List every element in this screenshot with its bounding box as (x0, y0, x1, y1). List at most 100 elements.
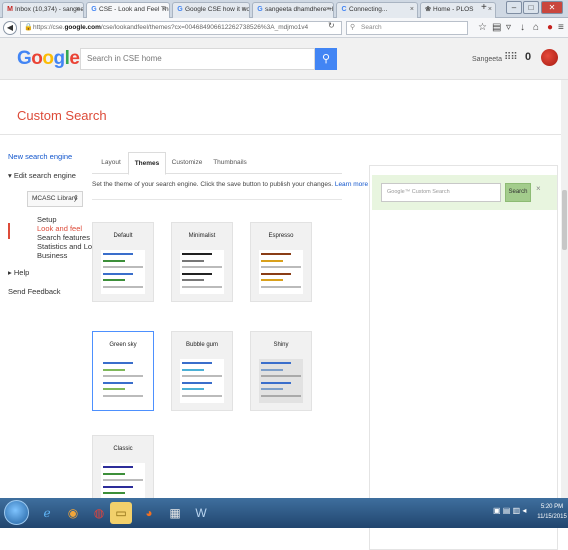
thumbnail-line (103, 472, 125, 475)
minimize-button[interactable]: – (506, 1, 522, 14)
menu-icon[interactable]: ≡ (558, 22, 564, 34)
close-tab-icon[interactable]: × (326, 3, 330, 17)
chrome-icon[interactable]: ◍ (88, 502, 110, 524)
sidebar-item-look-and-feel[interactable]: Look and feel (37, 224, 82, 233)
thumbnail-line (182, 279, 204, 281)
close-tab-icon[interactable]: × (162, 3, 166, 17)
theme-thumbnail (180, 359, 224, 403)
thumbnail-line (182, 266, 222, 268)
thumbnail-line (261, 394, 301, 397)
new-tab-button[interactable]: + (481, 2, 487, 13)
logo-letter: e (69, 48, 80, 69)
browser-tab[interactable]: C Connecting... × (336, 2, 418, 18)
theme-thumbnail (101, 359, 145, 403)
avatar[interactable] (541, 49, 558, 66)
theme-card-default[interactable]: Default (92, 222, 154, 302)
system-clock[interactable]: 5:20 PM 11/15/2015 (536, 502, 568, 522)
page-scrollbar[interactable] (561, 80, 568, 498)
tab-favicon-icon: ❀ (425, 6, 431, 13)
thumbnail-line (103, 253, 133, 255)
word-icon[interactable]: W (190, 502, 212, 524)
google-logo[interactable]: Google (17, 48, 80, 70)
logo-letter: g (53, 48, 66, 69)
tab-label: sangeeta dhamdhere +b... (265, 6, 334, 13)
browser-search-input[interactable]: ⚲ Search (346, 21, 468, 35)
thumbnail-line (103, 388, 125, 390)
scrollbar-thumb[interactable] (562, 190, 567, 250)
ie-icon[interactable]: ℯ (36, 502, 58, 524)
theme-name: Green sky (109, 342, 137, 348)
page-title: Custom Search (17, 108, 107, 123)
apps-grid-icon[interactable]: ⠿⠿ (504, 52, 518, 63)
browser-search-placeholder: Search (361, 24, 382, 31)
browser-tab[interactable]: M Inbox (10,374) - sangeet... × (2, 2, 84, 18)
preview-search-input[interactable]: Google™ Custom Search (381, 183, 501, 202)
home-icon[interactable]: ⌂ (533, 22, 539, 34)
sidebar-help[interactable]: ▸ Help (8, 268, 29, 277)
close-tab-icon[interactable]: × (410, 3, 414, 17)
tab-themes[interactable]: Themes (128, 152, 166, 175)
tab-thumbnails[interactable]: Thumbnails (208, 152, 252, 174)
notifications-count[interactable]: 0 (522, 50, 534, 64)
system-tray-icons[interactable]: ▣ ▤ ▥ ◂ (493, 506, 526, 515)
tab-label: Home - PLOS (433, 6, 474, 13)
browser-tab[interactable]: G CSE - Look and Feel The... × (86, 2, 170, 18)
sidebar-item-statistics[interactable]: Statistics and Logs (37, 242, 100, 251)
learn-more-link[interactable]: Learn more (335, 181, 368, 188)
tab-favicon-icon: G (257, 6, 263, 13)
close-icon[interactable]: × (536, 184, 541, 193)
addon-icon[interactable]: ● (547, 22, 553, 34)
theme-card-minimalist[interactable]: Minimalist (171, 222, 233, 302)
sidebar-edit-engine[interactable]: ▾ Edit search engine (8, 171, 76, 180)
sidebar-send-feedback[interactable]: Send Feedback (8, 287, 61, 296)
browser-tab[interactable]: Gsangeeta dhamdhere +b... × (252, 2, 334, 18)
thumbnail-line (103, 492, 125, 494)
close-window-button[interactable]: ✕ (541, 1, 563, 14)
bookmarks-list-icon[interactable]: ▤ (492, 22, 501, 34)
thumbnail-line (182, 394, 222, 397)
file-explorer-icon[interactable]: ▭ (110, 502, 132, 524)
pocket-icon[interactable]: ▿ (506, 22, 511, 34)
lock-icon: 🔒 (24, 24, 33, 31)
thumbnail-line (261, 375, 301, 377)
sidebar-new-engine-link[interactable]: New search engine (8, 152, 72, 161)
cse-search-button[interactable]: ⚲ (315, 48, 337, 70)
username[interactable]: Sangeeta (472, 56, 502, 63)
preview-search-button[interactable]: Search (505, 183, 531, 202)
theme-preview-panel: Google™ Custom Search Search × (369, 165, 558, 550)
media-player-icon[interactable]: ◉ (62, 502, 84, 524)
sidebar-item-business[interactable]: Business (37, 251, 67, 260)
thumbnail-line (261, 368, 283, 371)
engine-select[interactable]: MCASC Library ⇕ (27, 191, 83, 207)
search-icon: ⚲ (321, 53, 331, 65)
logo-letter: G (17, 48, 32, 69)
logo-letter: o (31, 48, 43, 69)
address-bar[interactable]: 🔒 https://cse.google.com/cse/lookandfeel/… (20, 21, 342, 35)
start-button[interactable] (4, 500, 29, 525)
bookmark-star-icon[interactable]: ☆ (478, 22, 487, 34)
download-icon[interactable]: ↓ (520, 22, 525, 34)
thumbnail-line (182, 272, 212, 275)
browser-tab[interactable]: GGoogle CSE how it work...× (172, 2, 250, 18)
sidebar-item-search-features[interactable]: Search features (37, 233, 90, 242)
close-tab-icon[interactable]: × (488, 3, 492, 17)
reload-icon[interactable]: ↻ (328, 21, 335, 30)
close-tab-icon[interactable]: × (242, 3, 246, 17)
thumbnail-line (103, 259, 125, 262)
maximize-button[interactable]: □ (523, 1, 539, 14)
theme-thumbnail (180, 250, 224, 294)
back-button[interactable]: ◀ (3, 21, 17, 35)
firefox-icon[interactable]: ◕ (138, 502, 160, 524)
tab-layout[interactable]: Layout (96, 152, 126, 174)
theme-card-shiny[interactable]: Shiny (250, 331, 312, 411)
tab-customize[interactable]: Customize (168, 152, 206, 174)
apps-icon[interactable]: ▦ (164, 502, 186, 524)
thumbnail-line (103, 466, 133, 468)
theme-card-green-sky[interactable]: Green sky (92, 331, 154, 411)
url-domain: google.com (64, 24, 101, 31)
cse-search-input[interactable]: Search in CSE home (80, 48, 315, 70)
sidebar-item-setup[interactable]: Setup (37, 215, 57, 224)
theme-card-bubble-gum[interactable]: Bubble gum (171, 331, 233, 411)
close-tab-icon[interactable]: × (76, 3, 80, 17)
theme-card-espresso[interactable]: Espresso (250, 222, 312, 302)
